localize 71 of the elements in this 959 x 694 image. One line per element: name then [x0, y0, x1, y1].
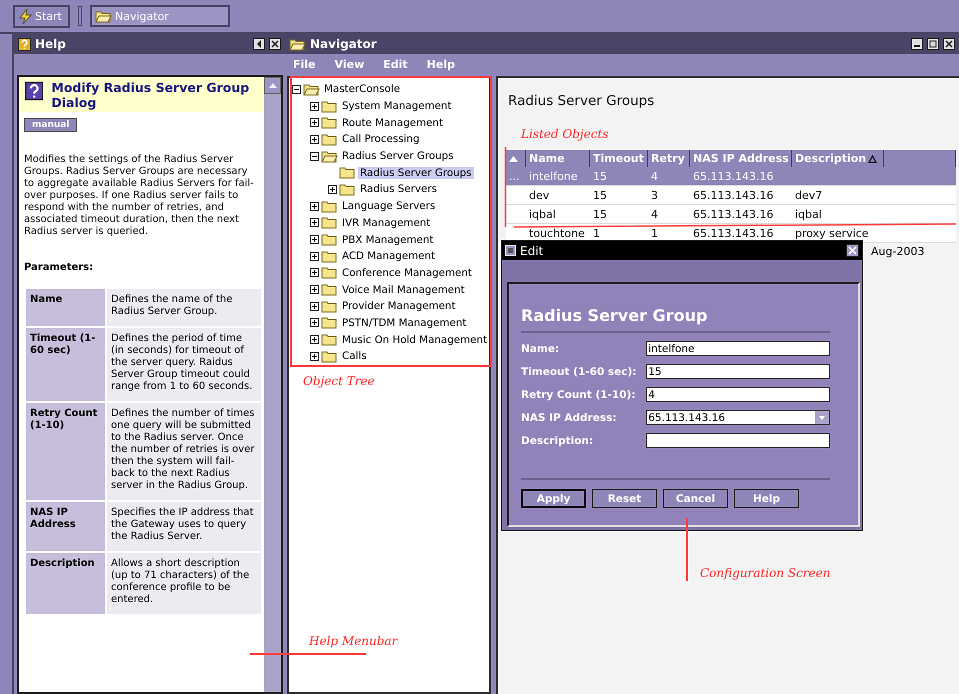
table-cell: 15: [593, 188, 607, 202]
tree-item[interactable]: Voice Mail Management: [340, 284, 467, 296]
parameter-name: Retry Count (1-10): [26, 403, 105, 500]
parameters-heading: Parameters:: [24, 262, 94, 273]
dialog-title: Edit: [520, 244, 544, 258]
table-cell: iqbal: [795, 208, 822, 220]
table-cell: 65.113.143.16: [693, 170, 774, 182]
annotation-label: Object Tree: [303, 374, 375, 388]
tree-item[interactable]: Conference Management: [340, 266, 474, 279]
table-cell: 4: [651, 170, 658, 182]
table-row[interactable]: iqbal 15 4 65.113.143.16 iqbal: [506, 205, 956, 224]
dialog-heading: Radius Server Group: [521, 306, 830, 333]
table-cell: 15: [593, 208, 607, 220]
tree-item[interactable]: ACD Management: [340, 250, 438, 262]
table-cell: dev: [529, 188, 550, 202]
parameter-name: Name: [26, 289, 105, 326]
partial-text: Aug-2003: [871, 245, 924, 258]
dropdown-field[interactable]: 65.113.143.16: [646, 410, 830, 425]
field-label: Description:: [521, 434, 594, 446]
tree-item[interactable]: Calls: [340, 350, 369, 362]
parameter-description: Defines the period of time (in seconds) for timeout of the server query. Raidus Server Group timeout could range from 1 to 60 seconds.: [107, 328, 261, 401]
table-cell: intelfone: [529, 170, 578, 182]
field-label: Retry Count (1-10):: [521, 388, 637, 400]
table-cell: 1: [651, 226, 658, 240]
parameter-name: Description: [26, 553, 105, 614]
tree-item[interactable]: IVR Management: [340, 216, 432, 229]
table-cell: dev7: [795, 188, 822, 202]
parameter-name: Timeout (1-60 sec): [26, 328, 105, 401]
table-cell: 15: [593, 170, 607, 182]
table-cell: 65.113.143.16: [693, 208, 774, 220]
table-cell: 3: [651, 188, 658, 202]
tree-item[interactable]: PBX Management: [340, 234, 436, 246]
tree-item[interactable]: Radius Server Groups: [340, 150, 456, 162]
tree-item[interactable]: System Management: [340, 100, 454, 112]
tree-item[interactable]: Provider Management: [340, 300, 458, 312]
window-title: Navigator: [310, 37, 378, 51]
row-marker: ...: [509, 170, 520, 182]
table-cell: proxy service: [795, 226, 869, 240]
field-label: NAS IP Address:: [521, 412, 618, 424]
parameter-name: NAS IP Address: [26, 502, 105, 551]
table-cell: iqbal: [529, 208, 556, 220]
tree-item[interactable]: MasterConsole: [322, 83, 402, 96]
input-field[interactable]: 4: [646, 387, 830, 402]
tree-item[interactable]: Call Processing: [340, 133, 422, 146]
annotation-label: Help Menubar: [309, 634, 398, 648]
table-cell: 1: [593, 226, 600, 240]
content-title: Radius Server Groups: [508, 93, 656, 109]
table-cell: 65.113.143.16: [693, 188, 774, 202]
tree-item[interactable]: Radius Servers: [358, 183, 439, 196]
tree-item[interactable]: Music On Hold Management: [340, 334, 490, 346]
parameter-description: Allows a short description (up to 71 characters) of the conference profile to be entered.: [107, 553, 261, 614]
tree-item[interactable]: Language Servers: [340, 200, 438, 212]
window-title: Help: [35, 37, 67, 51]
parameter-description: Defines the number of times one query will be submitted to the Radius server. Once the number of retries is over then the system will fail-back to the next Radius server in the Radius Group.: [107, 403, 261, 500]
annotation-label: Listed Objects: [521, 127, 608, 141]
input-field[interactable]: intelfone: [646, 341, 830, 356]
annotation-label: Configuration Screen: [700, 566, 830, 580]
input-field[interactable]: 15: [646, 364, 830, 379]
table-cell: touchtone: [529, 226, 585, 240]
tree-item[interactable]: PSTN/TDM Management: [340, 316, 468, 329]
parameter-description: Defines the name of the Radius Server Group.: [107, 289, 261, 326]
table-row[interactable]: dev 15 3 65.113.143.16 dev7: [506, 186, 956, 205]
tree-item[interactable]: Route Management: [340, 116, 445, 129]
help-description: Modifies the settings of the Radius Server Groups. Radius Server Groups are necessary to aggregate available Radius Servers for fail-over purposes. If one Radius server fails to respond with the number of retries, and associated timeout duration, then the next Radius server is queried.: [24, 154, 255, 238]
field-label: Name:: [521, 342, 560, 354]
parameter-description: Specifies the IP address that the Gateway uses to query the Radius Server.: [107, 502, 261, 551]
table-cell: 4: [651, 208, 658, 220]
table-cell: 65.113.143.16: [693, 226, 774, 240]
field-label: Timeout (1-60 sec):: [521, 366, 638, 378]
tree-item[interactable]: Radius Server Groups: [358, 166, 474, 179]
help-heading: Modify Radius Server Group Dialog: [51, 80, 250, 110]
